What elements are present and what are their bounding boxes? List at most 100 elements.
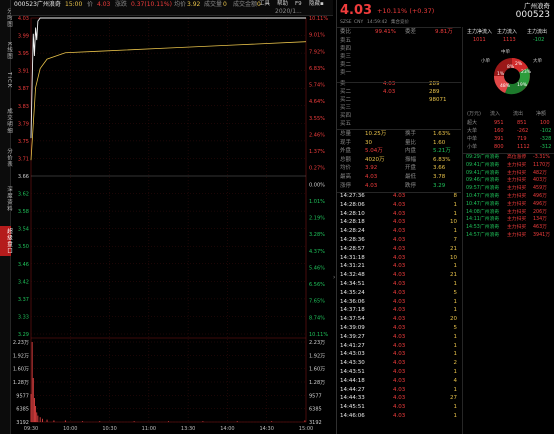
stat-value: 3.66 xyxy=(433,165,446,172)
tick-volume: 1 xyxy=(453,210,458,217)
event-stock: 广州浪奇 xyxy=(480,178,500,184)
volume-tick-label-right: 1.60万 xyxy=(309,367,325,373)
stat-label: 量比 xyxy=(405,139,417,146)
tick-time: 14:28:36 xyxy=(340,237,365,243)
price-label: 价 xyxy=(87,1,94,8)
price-tick-label: 3.83 xyxy=(18,104,29,110)
tick-time: 14:37:18 xyxy=(340,307,365,314)
order-book-level: 卖二 xyxy=(340,62,352,69)
event-stock: 广州浪奇 xyxy=(480,225,500,231)
percent-tick-label: 1.01% xyxy=(309,199,325,205)
stat-label: 开盘 xyxy=(405,165,417,172)
tick-price: 4.03 xyxy=(393,333,406,340)
flow-table-cell: -328 xyxy=(540,136,552,142)
volume-tick-label: 9577 xyxy=(16,393,29,399)
event-row[interactable]: 14:57 广州浪奇 主力扫买 3941万 xyxy=(463,233,554,241)
hide-menu[interactable]: 隐藏▪ xyxy=(309,1,324,8)
view-tab-4[interactable]: 分价表 xyxy=(0,148,12,168)
f9-menu[interactable]: F9 xyxy=(295,1,302,8)
tick-row: 14:39:09 4.03 5 xyxy=(337,325,461,334)
event-stock: 广州浪奇 xyxy=(480,155,500,160)
view-tab-1[interactable]: K线图 xyxy=(0,42,12,60)
tick-time: 14:27:36 xyxy=(340,193,365,199)
tick-time: 14:43:30 xyxy=(340,360,365,367)
tick-row: 14:43:51 4.03 1 xyxy=(337,369,461,378)
view-tab-6[interactable]: 超级盘口 xyxy=(0,226,12,256)
tick-row: 14:37:18 4.03 1 xyxy=(337,307,461,316)
percent-tick-label: 1.37% xyxy=(309,149,325,155)
tick-time: 14:44:33 xyxy=(340,395,365,402)
price-change: +10.11% (+0.37) xyxy=(377,8,434,15)
order-book-volume: 289 xyxy=(429,88,440,95)
flow-header: 主力流入 xyxy=(497,29,518,35)
view-tab-3[interactable]: 成交明细 xyxy=(0,108,12,134)
stat-label: 振幅 xyxy=(405,156,417,163)
price-tick-label: 3.99 xyxy=(18,34,29,40)
tick-volume: 10 xyxy=(450,219,457,226)
order-book-level: 买二 xyxy=(340,96,352,103)
tick-row: 14:28:06 4.03 1 xyxy=(337,202,461,211)
event-row[interactable]: 10:47 广州浪奇 主力扫买 496万 xyxy=(463,194,554,202)
time-tick-label: 14:30 xyxy=(260,426,274,432)
event-type: 主力扫买 xyxy=(507,233,527,238)
view-tab-0[interactable]: 分时图 xyxy=(0,8,12,28)
stat-value: 1.60 xyxy=(433,139,446,146)
flow-table-cell: 中单 xyxy=(467,136,478,142)
event-time: 14:57 xyxy=(466,233,480,238)
tick-row: 14:28:18 4.03 10 xyxy=(337,219,461,228)
tick-volume: 27 xyxy=(450,395,457,402)
flow-table-cell: 391 xyxy=(494,136,504,142)
view-tab-2[interactable]: TICK xyxy=(0,72,12,88)
tick-time: 14:36:06 xyxy=(340,298,365,305)
flow-table-header: (万元) xyxy=(467,111,481,117)
pie-pct: 8% xyxy=(507,64,515,70)
volume-readout: 0 xyxy=(223,1,227,8)
change-readout: 0.37(10.11%) xyxy=(131,1,172,8)
event-time: 14:08 xyxy=(466,209,480,215)
tick-volume: 1 xyxy=(453,307,458,314)
order-book-level: 卖五 xyxy=(340,38,352,44)
pie-label-da: 大单 xyxy=(533,57,542,64)
event-stock: 广州浪奇 xyxy=(480,170,500,176)
tick-volume: 1 xyxy=(453,201,458,208)
event-time: 09:57 xyxy=(466,186,480,192)
tick-price: 4.03 xyxy=(393,377,406,384)
stat-label: 总量 xyxy=(340,131,352,137)
intraday-chart[interactable]: 4.03 3.99 3.95 3.91 3.87 3.83 3.79 3.75 3.71 3.66… xyxy=(11,16,333,434)
event-stock: 广州浪奇 xyxy=(480,201,500,207)
event-row[interactable]: 09:57 广州浪奇 主力扫买 459万 xyxy=(463,186,554,194)
event-type: 主力扫买 xyxy=(507,225,527,231)
event-row[interactable]: 09:41 广州浪奇 主力扫买 1170万 xyxy=(463,163,554,171)
tick-volume: 1 xyxy=(453,404,458,411)
tick-time: 14:28:10 xyxy=(340,210,365,217)
tools-menu[interactable]: 工具 xyxy=(259,1,270,8)
stat-label: 换手 xyxy=(405,131,417,137)
event-row[interactable]: 14:53 广州浪奇 主力扫买 463万 xyxy=(463,225,554,233)
amount-label: 成交金额 xyxy=(233,1,258,8)
event-stock: 广州浪奇 xyxy=(480,186,500,192)
event-row[interactable]: 09:29 广州浪奇 高位涨停 -3.31% xyxy=(463,155,554,163)
event-stock: 广州浪奇 xyxy=(480,162,500,168)
price-tick-label: 3.75 xyxy=(18,139,29,145)
time-tick-label: 10:00 xyxy=(63,426,77,432)
percent-tick-label: 7.65% xyxy=(309,299,325,305)
view-tab-5[interactable]: 深度资料 xyxy=(0,186,12,212)
stat-value: 1.63% xyxy=(433,131,451,137)
price-tick-label: 3.62 xyxy=(18,192,29,198)
tick-volume: 21 xyxy=(450,245,457,252)
percent-tick-label: 0.00% xyxy=(309,182,325,188)
divider xyxy=(337,27,461,28)
tick-row: 14:34:51 4.03 1 xyxy=(337,281,461,290)
quote-tag: CNY xyxy=(354,20,364,25)
flow-table-cell: 851 xyxy=(517,120,527,126)
percent-tick-label: 9.01% xyxy=(309,33,325,39)
event-row[interactable]: 10:47 广州浪奇 主力扫买 496万 xyxy=(463,202,554,210)
divider xyxy=(463,153,554,154)
stat-label: 涨停 xyxy=(340,182,352,189)
price-tick-label: 3.58 xyxy=(18,209,29,215)
tick-row: 14:45:51 4.03 1 xyxy=(337,404,461,413)
price-tick-label: 3.95 xyxy=(18,51,29,57)
help-menu[interactable]: 帮助 xyxy=(277,1,288,8)
event-type: 主力扫买 xyxy=(507,217,527,223)
price-tick-label: 3.71 xyxy=(18,156,29,162)
